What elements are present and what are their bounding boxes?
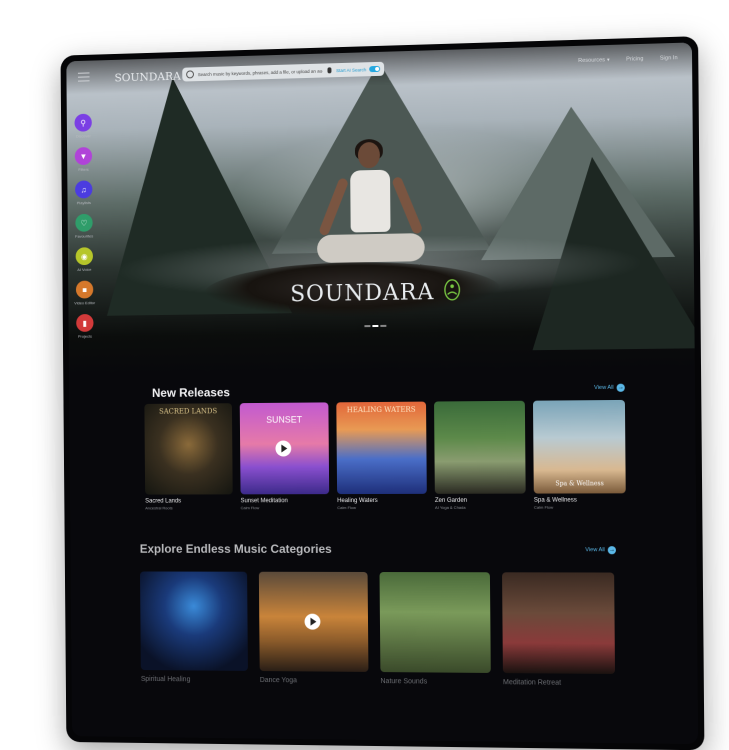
chevron-down-icon: ▾: [607, 57, 610, 64]
sidebar-item-discover[interactable]: ⚲ Discover: [67, 113, 100, 139]
hero-banner: SOUNDARA: [66, 42, 699, 376]
release-artwork: [434, 400, 526, 494]
hero-meditating-woman: [310, 138, 431, 293]
top-nav: Resources ▾ Pricing Sign In: [578, 55, 677, 64]
new-releases-view-all[interactable]: View All →: [594, 383, 626, 392]
folder-icon: ▮: [76, 313, 94, 332]
sidebar-item-ai-voice[interactable]: ◉ AI Voice: [68, 247, 101, 272]
hero-logo-text: SOUNDARA: [290, 280, 435, 308]
category-card[interactable]: Spiritual Healing: [139, 571, 248, 683]
lotus-icon: [443, 279, 461, 301]
arrow-right-icon: →: [616, 383, 626, 392]
sidebar-item-playlists[interactable]: ♫ Playlists: [67, 180, 100, 205]
app-screen: SOUNDARA SOUNDARA Search music by keywor…: [66, 42, 699, 745]
music-note-icon: ♫: [75, 180, 93, 199]
ai-search-toggle[interactable]: [369, 65, 381, 73]
category-artwork: [502, 572, 616, 675]
category-card[interactable]: Nature Sounds: [379, 572, 491, 686]
release-card[interactable]: Zen Garden AI Yoga & Chada: [434, 400, 526, 510]
ai-search-label: Start AI Search: [336, 66, 367, 73]
sidebar-item-filters[interactable]: ▼ Filters: [67, 147, 100, 172]
categories-view-all[interactable]: View All →: [585, 546, 617, 555]
play-icon[interactable]: [275, 440, 292, 457]
search-bar[interactable]: Search music by keywords, phrases, add a…: [182, 61, 385, 82]
ai-voice-icon: ◉: [75, 247, 94, 266]
categories-title: Explore Endless Music Categories: [139, 541, 332, 556]
nav-resources[interactable]: Resources ▾: [578, 57, 610, 64]
arrow-right-icon: →: [607, 546, 617, 555]
category-card[interactable]: Dance Yoga: [258, 571, 369, 685]
release-artwork: SUNSET: [239, 402, 330, 495]
release-card[interactable]: SACRED LANDS Sacred Lands Ancestral Root…: [144, 403, 233, 510]
new-releases-list: SACRED LANDS Sacred Lands Ancestral Root…: [144, 399, 626, 510]
category-artwork: [258, 571, 369, 672]
play-icon[interactable]: [304, 613, 321, 630]
hamburger-menu-icon[interactable]: [77, 72, 90, 82]
device-frame: SOUNDARA SOUNDARA Search music by keywor…: [60, 36, 705, 750]
sidebar-item-video-editor[interactable]: ■ Video Editor: [68, 280, 101, 305]
upload-icon[interactable]: [327, 67, 332, 74]
categories-list: Spiritual Healing Dance Yoga Nature Soun…: [139, 571, 616, 687]
release-card[interactable]: HEALING WATERS Healing Waters Calm Flow: [336, 401, 427, 510]
category-artwork: [379, 572, 491, 673]
video-editor-icon: ■: [75, 280, 94, 299]
new-releases-title: New Releases: [151, 385, 230, 400]
sidebar-item-favourites[interactable]: ♡ Favourites: [68, 213, 101, 239]
release-artwork: SACRED LANDS: [144, 403, 233, 495]
release-card[interactable]: SUNSET Sunset Meditation Calm Flow: [239, 402, 330, 510]
sidebar-item-projects[interactable]: ▮ Projects: [68, 313, 101, 339]
nav-sign-in[interactable]: Sign In: [660, 55, 678, 62]
release-artwork: HEALING WATERS: [336, 401, 427, 495]
category-artwork: [139, 571, 248, 671]
release-card[interactable]: Spa & Wellness Spa & Wellness Calm Flow: [532, 399, 626, 510]
heart-icon: ♡: [75, 213, 93, 232]
search-input[interactable]: Search music by keywords, phrases, add a…: [198, 68, 322, 77]
sidebar: ⚲ Discover ▼ Filters ♫ Playlists ♡ Favou…: [67, 94, 102, 350]
search-icon: ⚲: [74, 113, 92, 132]
category-card[interactable]: Meditation Retreat: [502, 572, 616, 687]
release-artwork: Spa & Wellness: [532, 399, 626, 494]
nav-pricing[interactable]: Pricing: [626, 56, 643, 63]
filter-icon: ▼: [74, 147, 93, 166]
brand-name: SOUNDARA: [114, 69, 181, 85]
search-icon: [186, 70, 194, 79]
